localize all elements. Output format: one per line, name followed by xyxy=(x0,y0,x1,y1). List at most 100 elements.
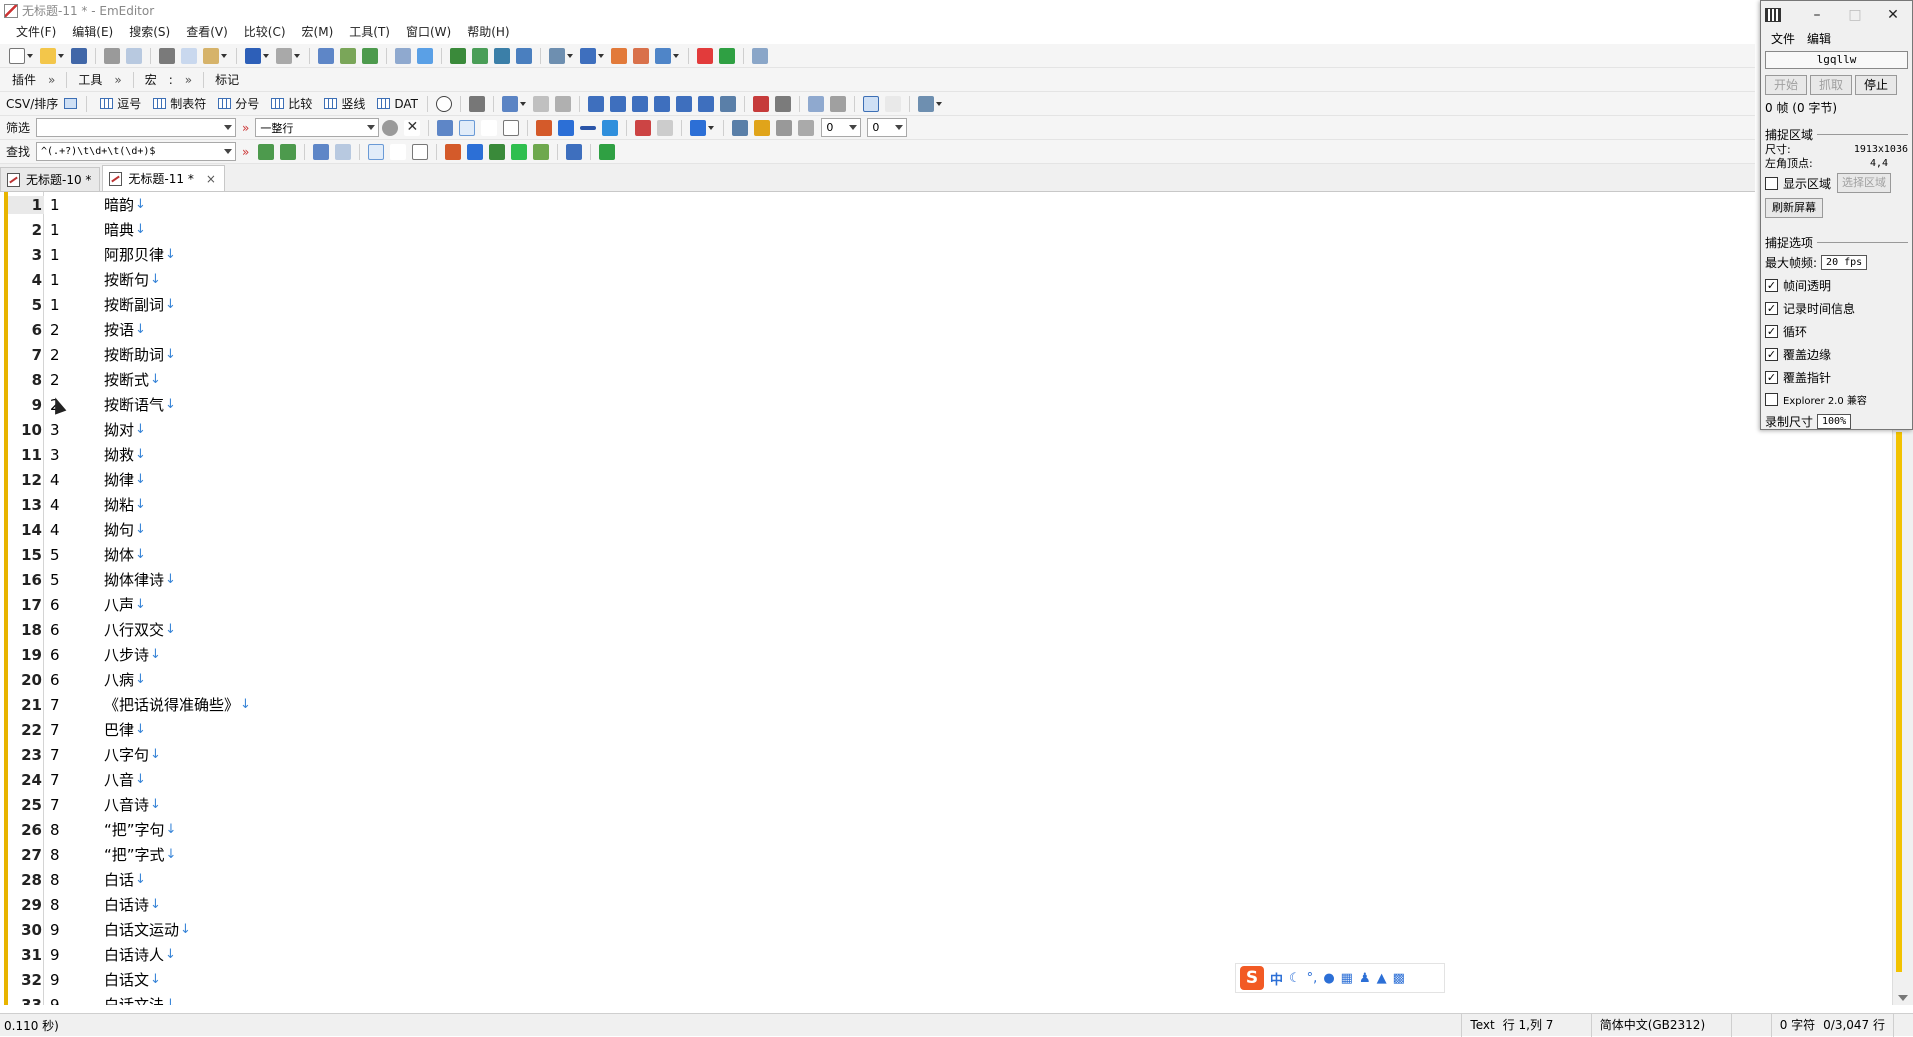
option-pointer-checkbox[interactable]: ✓ xyxy=(1765,371,1778,384)
redo-icon[interactable] xyxy=(276,47,292,64)
csv-semicolon-icon[interactable] xyxy=(218,98,232,109)
find-icon[interactable] xyxy=(318,47,334,64)
status-mode[interactable]: Text xyxy=(1461,1013,1502,1037)
mark-label[interactable]: 标记 xyxy=(209,71,245,88)
find-incremental-icon[interactable] xyxy=(511,143,528,160)
filter-export-icon[interactable] xyxy=(798,119,815,136)
sync-scroll-icon[interactable] xyxy=(829,95,846,112)
browser-icon[interactable] xyxy=(580,47,596,64)
capture-name-field[interactable]: lgqllw xyxy=(1765,51,1908,69)
macro-label[interactable]: 宏 xyxy=(139,71,163,88)
customize-icon[interactable] xyxy=(752,47,768,64)
editor-line[interactable]: 23 7 八字句 ↓ xyxy=(0,742,1880,767)
find-prev-icon[interactable] xyxy=(362,47,378,64)
spell-check-icon[interactable] xyxy=(752,95,769,112)
menu-macro[interactable]: 宏(M) xyxy=(294,21,342,44)
editor-line[interactable]: 31 9 白话诗人 ↓ xyxy=(0,942,1880,967)
status-encoding[interactable]: 简体中文(GB2312) xyxy=(1590,1013,1731,1037)
filter-icon[interactable] xyxy=(417,47,433,64)
column-view-icon[interactable] xyxy=(501,95,518,112)
context-after-select[interactable]: 0 xyxy=(867,118,908,137)
ruler-icon[interactable] xyxy=(884,95,901,112)
macro-run-icon[interactable] xyxy=(611,47,627,64)
editor-line[interactable]: 21 7 《把话说得准确些》 ↓ xyxy=(0,692,1880,717)
find-highlight-toggle-icon[interactable] xyxy=(533,143,550,160)
find-in-files-icon[interactable] xyxy=(395,47,411,64)
csv-pipe-icon[interactable] xyxy=(324,98,338,109)
close-icon[interactable]: ✕ xyxy=(1874,7,1912,23)
csv-comma-icon[interactable] xyxy=(100,98,114,109)
open-folder-icon[interactable] xyxy=(40,47,56,64)
editor-line[interactable]: 9 2 按断语气 ↓ xyxy=(0,392,1880,417)
match-case-icon[interactable] xyxy=(536,119,553,136)
find-in-selection-icon[interactable] xyxy=(566,143,583,160)
print-preview-icon[interactable] xyxy=(126,47,142,64)
mark-icon-4[interactable] xyxy=(516,47,532,64)
menu-edit[interactable]: 编辑(E) xyxy=(64,21,121,44)
csv-compare-button[interactable]: 比较 xyxy=(288,95,316,112)
filter-edit-icon[interactable] xyxy=(776,119,793,136)
skin-icon[interactable]: ▲ xyxy=(1377,971,1387,986)
text-editor[interactable]: 1 1 暗韵 ↓ 2 1 暗典 ↓ 3 1 阿那贝律 ↓ 4 1 按断句 ↓ 5 1 按断副词 ↓ 6 2 按语 ↓ 7 2 按断助… xyxy=(0,192,1892,1005)
max-fps-select[interactable]: 20 fps xyxy=(1821,255,1868,270)
editor-line[interactable]: 16 5 拗体律诗 ↓ xyxy=(0,567,1880,592)
scroll-down-arrow-icon[interactable] xyxy=(1898,995,1908,1001)
copy-icon[interactable] xyxy=(181,47,197,64)
editor-line[interactable]: 1 1 暗韵 ↓ xyxy=(0,192,1880,217)
find-newline-icon[interactable] xyxy=(390,143,407,160)
menu-window[interactable]: 窗口(W) xyxy=(398,21,459,44)
refresh-screen-button[interactable]: 刷新屏幕 xyxy=(1765,198,1823,218)
capture-menu-file[interactable]: 文件 xyxy=(1765,30,1801,47)
filter-save-icon[interactable] xyxy=(732,119,749,136)
find-highlight-icon[interactable] xyxy=(313,143,330,160)
find-go-icon[interactable] xyxy=(599,143,616,160)
minimize-icon[interactable]: – xyxy=(1798,7,1836,23)
save-icon[interactable] xyxy=(71,47,87,64)
new-file-icon[interactable] xyxy=(9,47,25,64)
toolbar-options-icon[interactable] xyxy=(917,95,934,112)
column-icon-a[interactable] xyxy=(532,95,549,112)
editor-line[interactable]: 19 6 八步诗 ↓ xyxy=(0,642,1880,667)
add-column-icon[interactable] xyxy=(435,95,452,112)
paste-icon[interactable] xyxy=(203,47,219,64)
filter-funnel-icon[interactable] xyxy=(602,119,619,136)
sort-options-icon[interactable] xyxy=(719,95,736,112)
menu-view[interactable]: 查看(V) xyxy=(178,21,236,44)
filter-mode-select[interactable]: 一整行 xyxy=(255,118,380,137)
menu-compare[interactable]: 比较(C) xyxy=(236,21,294,44)
refresh-filter-icon[interactable] xyxy=(382,119,399,136)
column-filter-icon[interactable] xyxy=(657,119,674,136)
show-region-checkbox[interactable] xyxy=(1765,176,1778,190)
find-next-green-icon[interactable] xyxy=(258,143,275,160)
find-whole-word-icon[interactable] xyxy=(467,143,484,160)
cut-icon[interactable] xyxy=(159,47,175,64)
clipboard-icon[interactable] xyxy=(549,47,565,64)
bookmark-filter-icon[interactable] xyxy=(635,119,652,136)
csv-sort-label[interactable]: CSV/排序 xyxy=(6,95,64,112)
option-edges-checkbox[interactable]: ✓ xyxy=(1765,348,1778,361)
find-regex-icon[interactable] xyxy=(368,143,385,160)
editor-line[interactable]: 20 6 八病 ↓ xyxy=(0,667,1880,692)
split-view-icon[interactable] xyxy=(807,95,824,112)
csv-pipe-button[interactable]: 竖线 xyxy=(341,95,369,112)
menu-help[interactable]: 帮助(H) xyxy=(459,21,517,44)
csv-tab-button[interactable]: 制表符 xyxy=(170,95,210,112)
status-position[interactable]: 行 1,列 7 xyxy=(1503,1014,1591,1037)
find-next-icon[interactable] xyxy=(340,47,356,64)
find-input[interactable]: ^(.+?)\t\d+\t(\d+)$ xyxy=(36,142,237,161)
csv-dat-button[interactable]: DAT xyxy=(394,97,422,111)
ime-language-toggle[interactable]: 中 xyxy=(1270,969,1283,988)
editor-line[interactable]: 17 6 八声 ↓ xyxy=(0,592,1880,617)
format-icon[interactable] xyxy=(774,95,791,112)
option-timing-checkbox[interactable]: ✓ xyxy=(1765,302,1778,315)
tab-untitled-11[interactable]: 无标题-11 * × xyxy=(102,165,225,191)
editor-line[interactable]: 28 8 白话 ↓ xyxy=(0,867,1880,892)
csv-normal-icon[interactable] xyxy=(64,98,78,109)
column-tools-icon[interactable] xyxy=(468,95,485,112)
record-stop-icon[interactable] xyxy=(697,47,713,64)
menu-search[interactable]: 搜索(S) xyxy=(121,21,178,44)
editor-line[interactable]: 12 4 拗律 ↓ xyxy=(0,467,1880,492)
keyboard-icon[interactable]: ▦ xyxy=(1341,971,1353,986)
bracket-filter-icon[interactable] xyxy=(503,119,520,136)
editor-line[interactable]: 33 9 白话文法 ↓ xyxy=(0,992,1880,1006)
